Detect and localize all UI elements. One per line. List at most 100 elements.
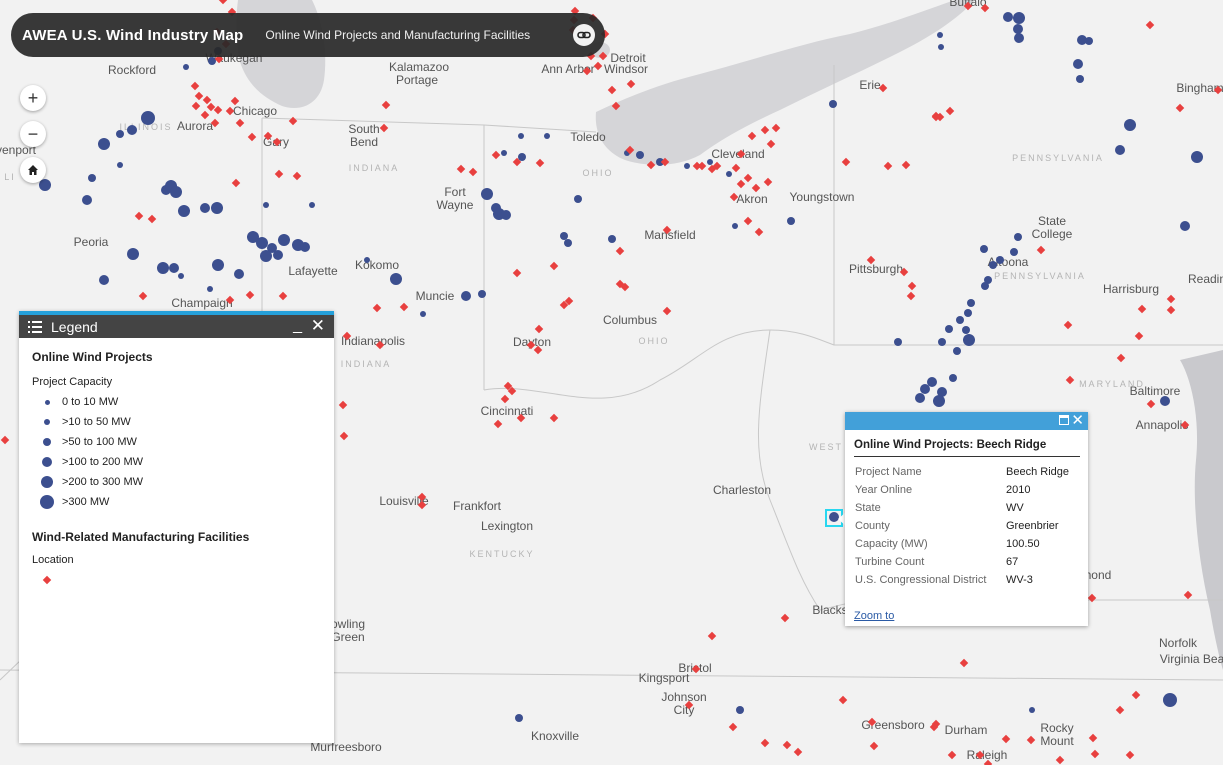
wind-project-point[interactable] xyxy=(684,163,690,169)
wind-project-point[interactable] xyxy=(183,64,189,70)
wind-project-point[interactable] xyxy=(1160,396,1170,406)
wind-project-point[interactable] xyxy=(937,32,943,38)
wind-project-point[interactable] xyxy=(1013,24,1023,34)
wind-project-point[interactable] xyxy=(278,234,290,246)
wind-project-point[interactable] xyxy=(1010,248,1018,256)
wind-project-point[interactable] xyxy=(1013,12,1025,24)
wind-project-point[interactable] xyxy=(1191,151,1203,163)
wind-project-point[interactable] xyxy=(1163,693,1177,707)
wind-project-point[interactable] xyxy=(1124,119,1136,131)
wind-project-point[interactable] xyxy=(608,235,616,243)
wind-project-point[interactable] xyxy=(364,257,370,263)
wind-project-point[interactable] xyxy=(732,223,738,229)
wind-project-point[interactable] xyxy=(963,334,975,346)
wind-project-point[interactable] xyxy=(207,286,213,292)
wind-project-point[interactable] xyxy=(212,259,224,271)
wind-project-point[interactable] xyxy=(157,262,169,274)
wind-project-point[interactable] xyxy=(99,275,109,285)
attribute-row: State WV xyxy=(855,499,1088,517)
wind-project-point[interactable] xyxy=(481,188,493,200)
wind-project-point[interactable] xyxy=(980,245,988,253)
wind-project-point[interactable] xyxy=(234,269,244,279)
zoom-in-button[interactable]: + xyxy=(20,85,46,111)
wind-project-point[interactable] xyxy=(116,130,124,138)
wind-project-point[interactable] xyxy=(726,171,732,177)
wind-project-point[interactable] xyxy=(574,195,582,203)
wind-project-point[interactable] xyxy=(945,325,953,333)
wind-project-point[interactable] xyxy=(933,395,945,407)
close-icon[interactable]: ✕ xyxy=(311,316,325,336)
wind-project-point[interactable] xyxy=(117,162,123,168)
wind-project-point[interactable] xyxy=(461,291,471,301)
wind-project-point[interactable] xyxy=(98,138,110,150)
wind-project-point[interactable] xyxy=(1076,75,1084,83)
wind-project-point[interactable] xyxy=(256,237,268,249)
wind-project-point[interactable] xyxy=(260,250,272,262)
wind-project-point[interactable] xyxy=(1003,12,1013,22)
wind-project-point[interactable] xyxy=(178,205,190,217)
wind-project-point[interactable] xyxy=(560,232,568,240)
wind-project-point[interactable] xyxy=(518,133,524,139)
wind-project-point[interactable] xyxy=(390,273,402,285)
wind-project-point[interactable] xyxy=(1014,33,1024,43)
wind-project-point[interactable] xyxy=(996,256,1004,264)
capacity-symbol xyxy=(41,476,53,488)
wind-project-point[interactable] xyxy=(707,159,713,165)
wind-project-point[interactable] xyxy=(1014,233,1022,241)
wind-project-point[interactable] xyxy=(200,203,210,213)
wind-project-point[interactable] xyxy=(787,217,795,225)
wind-project-point[interactable] xyxy=(309,202,315,208)
wind-project-point[interactable] xyxy=(1115,145,1125,155)
wind-project-point[interactable] xyxy=(1085,37,1093,45)
wind-project-point[interactable] xyxy=(1073,59,1083,69)
wind-project-point[interactable] xyxy=(962,326,970,334)
wind-project-point[interactable] xyxy=(88,174,96,182)
wind-project-point[interactable] xyxy=(501,150,507,156)
wind-project-point[interactable] xyxy=(141,111,155,125)
wind-project-point[interactable] xyxy=(1029,707,1035,713)
wind-project-point[interactable] xyxy=(564,239,572,247)
wind-project-point[interactable] xyxy=(915,393,925,403)
wind-project-point[interactable] xyxy=(420,311,426,317)
wind-project-point[interactable] xyxy=(544,133,550,139)
wind-project-point[interactable] xyxy=(953,347,961,355)
wind-project-point[interactable] xyxy=(263,202,269,208)
wind-project-point[interactable] xyxy=(938,338,946,346)
wind-project-point[interactable] xyxy=(894,338,902,346)
wind-project-point[interactable] xyxy=(478,290,486,298)
wind-project-point[interactable] xyxy=(273,250,283,260)
wind-project-point[interactable] xyxy=(82,195,92,205)
minimize-icon[interactable]: _ xyxy=(293,317,302,335)
wind-project-point[interactable] xyxy=(967,299,975,307)
wind-project-point[interactable] xyxy=(501,210,511,220)
wind-project-point[interactable] xyxy=(518,153,526,161)
wind-project-point[interactable] xyxy=(938,44,944,50)
wind-project-point[interactable] xyxy=(964,309,972,317)
wind-project-point[interactable] xyxy=(211,202,223,214)
link-icon[interactable] xyxy=(573,24,595,46)
wind-project-point[interactable] xyxy=(169,263,179,273)
zoom-to-link[interactable]: Zoom to xyxy=(854,610,894,622)
wind-project-point[interactable] xyxy=(170,186,182,198)
wind-project-point[interactable] xyxy=(829,100,837,108)
wind-project-point[interactable] xyxy=(127,248,139,260)
wind-project-point[interactable] xyxy=(636,151,644,159)
wind-project-point[interactable] xyxy=(127,125,137,135)
zoom-out-button[interactable]: − xyxy=(20,121,46,147)
wind-project-point[interactable] xyxy=(981,282,989,290)
wind-project-point[interactable] xyxy=(39,179,51,191)
wind-project-point[interactable] xyxy=(515,714,523,722)
wind-project-point[interactable] xyxy=(300,242,310,252)
home-button[interactable] xyxy=(20,157,46,183)
wind-project-point[interactable] xyxy=(736,706,744,714)
close-icon[interactable]: ✕ xyxy=(1071,411,1084,429)
wind-project-point[interactable] xyxy=(1180,221,1190,231)
wind-project-point[interactable] xyxy=(956,316,964,324)
wind-project-point[interactable] xyxy=(208,57,216,65)
wind-project-point[interactable] xyxy=(920,384,930,394)
wind-project-point[interactable] xyxy=(178,273,184,279)
wind-project-point[interactable] xyxy=(989,261,997,269)
app-subtitle: Online Wind Projects and Manufacturing F… xyxy=(265,28,531,42)
maximize-icon[interactable] xyxy=(1059,415,1069,425)
wind-project-point[interactable] xyxy=(949,374,957,382)
